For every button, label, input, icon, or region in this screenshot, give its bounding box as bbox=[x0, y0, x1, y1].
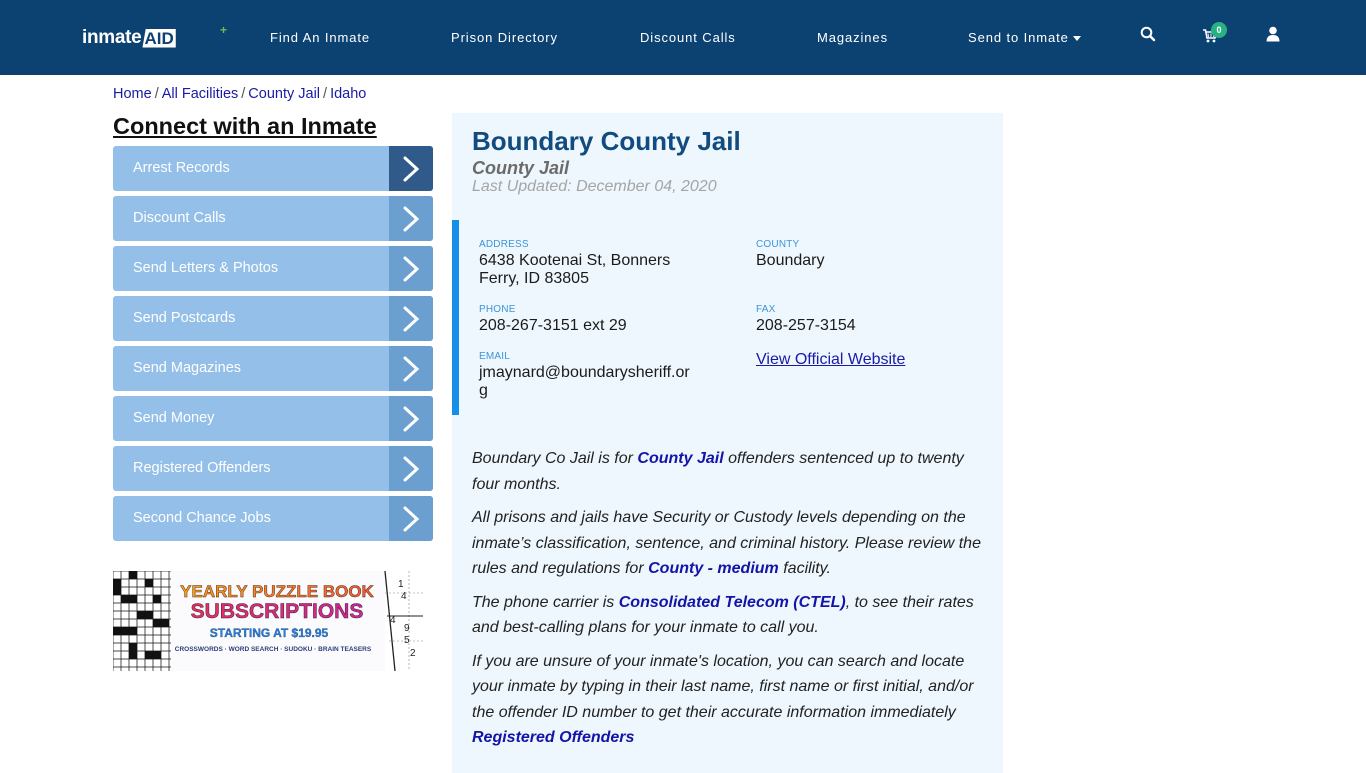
fax-value: 208-257-3154 bbox=[756, 317, 856, 334]
fax-field: FAX 208-257-3154 bbox=[756, 304, 976, 335]
email-field: EMAIL jmaynard@boundarysheriff.org bbox=[479, 351, 694, 400]
info-accent-bar bbox=[452, 220, 459, 415]
logo-text-aid: AID bbox=[142, 28, 176, 48]
description-paragraph: If you are unsure of your inmate's locat… bbox=[472, 649, 987, 751]
nav-find-an-inmate[interactable]: Find An Inmate bbox=[270, 30, 370, 45]
sidebar-item-label: Registered Offenders bbox=[133, 460, 271, 476]
sudoku-digit: 4 bbox=[401, 591, 407, 602]
chevron-right-icon bbox=[389, 246, 433, 291]
logo-plus-icon: + bbox=[220, 23, 228, 37]
nav-send-to-inmate[interactable]: Send to Inmate bbox=[968, 30, 1081, 45]
caret-down-icon bbox=[1072, 36, 1081, 42]
sidebar-menu: Arrest Records Discount Calls Send Lette… bbox=[113, 146, 433, 546]
chevron-right-icon bbox=[389, 496, 433, 541]
ad-headline-line1: YEARLY PUZZLE BOOK bbox=[180, 582, 374, 601]
consolidated-telecom-link[interactable]: Consolidated Telecom (CTEL) bbox=[619, 594, 846, 611]
description-paragraph: All prisons and jails have Security or C… bbox=[472, 505, 987, 582]
email-label: EMAIL bbox=[479, 351, 511, 362]
county-jail-link[interactable]: County Jail bbox=[637, 450, 723, 467]
chevron-right-icon bbox=[389, 196, 433, 241]
sudoku-grid-graphic: 1 4 4 9 5 2 bbox=[384, 571, 423, 671]
sidebar-item-discount-calls[interactable]: Discount Calls bbox=[113, 196, 433, 241]
phone-field: PHONE 208-267-3151 ext 29 bbox=[479, 304, 694, 335]
chevron-right-icon bbox=[389, 146, 433, 191]
sidebar-item-arrest-records[interactable]: Arrest Records bbox=[113, 146, 433, 191]
sidebar-item-send-postcards[interactable]: Send Postcards bbox=[113, 296, 433, 341]
ad-categories: CROSSWORDS · WORD SEARCH · SUDOKU · BRAI… bbox=[175, 646, 372, 653]
sidebar-item-label: Arrest Records bbox=[133, 160, 230, 176]
sidebar-title: Connect with an Inmate bbox=[113, 113, 377, 139]
sidebar-item-label: Send Letters & Photos bbox=[133, 260, 279, 276]
facility-description: Boundary Co Jail is for County Jail offe… bbox=[472, 446, 987, 759]
sudoku-digit: 9 bbox=[404, 623, 410, 634]
description-text: facility. bbox=[778, 560, 831, 577]
nav-magazines[interactable]: Magazines bbox=[817, 30, 888, 45]
logo-text-inmate: inmate bbox=[82, 27, 142, 48]
puzzle-book-ad-banner[interactable]: 1 4 4 9 5 2 YEARLY PUZZLE BOOK SUBSCRIPT… bbox=[113, 571, 423, 671]
top-navbar: inmate AID + Find An Inmate Prison Direct… bbox=[0, 0, 1366, 75]
sidebar-item-label: Second Chance Jobs bbox=[133, 510, 271, 526]
sidebar-item-send-magazines[interactable]: Send Magazines bbox=[113, 346, 433, 391]
sudoku-digit: 5 bbox=[404, 635, 410, 646]
sudoku-digit: 2 bbox=[410, 648, 416, 659]
sidebar-item-label: Discount Calls bbox=[133, 210, 226, 226]
address-field: ADDRESS 6438 Kootenai St, Bonners Ferry,… bbox=[479, 239, 694, 288]
fax-label: FAX bbox=[756, 304, 776, 315]
county-medium-link[interactable]: County - medium bbox=[648, 560, 779, 577]
phone-label: PHONE bbox=[479, 304, 516, 315]
breadcrumb-county-jail[interactable]: County Jail bbox=[248, 86, 320, 102]
sidebar-item-second-chance-jobs[interactable]: Second Chance Jobs bbox=[113, 496, 433, 541]
crossword-grid-graphic bbox=[113, 571, 171, 671]
chevron-right-icon bbox=[389, 296, 433, 341]
breadcrumb-separator: / bbox=[241, 86, 246, 102]
chevron-right-icon bbox=[389, 346, 433, 391]
nav-prison-directory[interactable]: Prison Directory bbox=[451, 30, 558, 45]
description-text: If you are unsure of your inmate's locat… bbox=[472, 652, 974, 721]
ad-price: STARTING AT $19.95 bbox=[210, 626, 329, 640]
description-text: The phone carrier is bbox=[472, 593, 619, 611]
breadcrumb-separator: / bbox=[154, 86, 159, 102]
sudoku-digit: 1 bbox=[398, 579, 404, 590]
sidebar-item-label: Send Money bbox=[133, 410, 215, 426]
sidebar-item-label: Send Postcards bbox=[133, 310, 236, 326]
ad-headline-line2: SUBSCRIPTIONS bbox=[191, 600, 364, 623]
address-label: ADDRESS bbox=[479, 239, 529, 250]
chevron-right-icon bbox=[389, 396, 433, 441]
county-value: Boundary bbox=[756, 252, 825, 269]
facility-panel: Boundary County Jail County Jail Last Up… bbox=[452, 113, 1003, 773]
nav-send-to-inmate-label: Send to Inmate bbox=[968, 30, 1069, 45]
address-value: 6438 Kootenai St, Bonners Ferry, ID 8380… bbox=[479, 252, 671, 287]
description-text: Boundary Co Jail is for bbox=[472, 450, 638, 467]
sidebar-item-registered-offenders[interactable]: Registered Offenders bbox=[113, 446, 433, 491]
last-updated: Last Updated: December 04, 2020 bbox=[472, 178, 717, 195]
search-icon[interactable] bbox=[1140, 26, 1160, 46]
phone-value: 208-267-3151 ext 29 bbox=[479, 317, 627, 334]
view-official-website-link[interactable]: View Official Website bbox=[756, 351, 905, 369]
breadcrumb-idaho[interactable]: Idaho bbox=[330, 86, 366, 102]
email-value[interactable]: jmaynard@boundarysheriff.org bbox=[479, 364, 694, 400]
county-label: COUNTY bbox=[756, 239, 800, 250]
breadcrumb: Home / All Facilities / County Jail / Idaho bbox=[113, 86, 366, 102]
facility-type: County Jail bbox=[472, 158, 570, 178]
breadcrumb-separator: / bbox=[323, 86, 328, 102]
facility-title: Boundary County Jail bbox=[472, 126, 741, 156]
county-field: COUNTY Boundary bbox=[756, 239, 976, 270]
breadcrumb-all-facilities[interactable]: All Facilities bbox=[162, 86, 239, 102]
description-paragraph: Boundary Co Jail is for County Jail offe… bbox=[472, 446, 987, 497]
registered-offenders-link[interactable]: Registered Offenders bbox=[472, 729, 634, 746]
inmateaid-logo[interactable]: inmate AID + bbox=[82, 23, 227, 50]
cart-count-badge: 0 bbox=[1211, 22, 1227, 38]
sidebar-item-send-letters-photos[interactable]: Send Letters & Photos bbox=[113, 246, 433, 291]
nav-discount-calls[interactable]: Discount Calls bbox=[640, 30, 736, 45]
description-paragraph: The phone carrier is Consolidated Teleco… bbox=[472, 590, 987, 641]
user-icon[interactable] bbox=[1266, 26, 1286, 46]
sidebar-item-label: Send Magazines bbox=[133, 360, 242, 376]
chevron-right-icon bbox=[389, 446, 433, 491]
breadcrumb-home[interactable]: Home bbox=[113, 86, 152, 102]
sudoku-digit: 4 bbox=[390, 615, 396, 626]
sidebar-item-send-money[interactable]: Send Money bbox=[113, 396, 433, 441]
